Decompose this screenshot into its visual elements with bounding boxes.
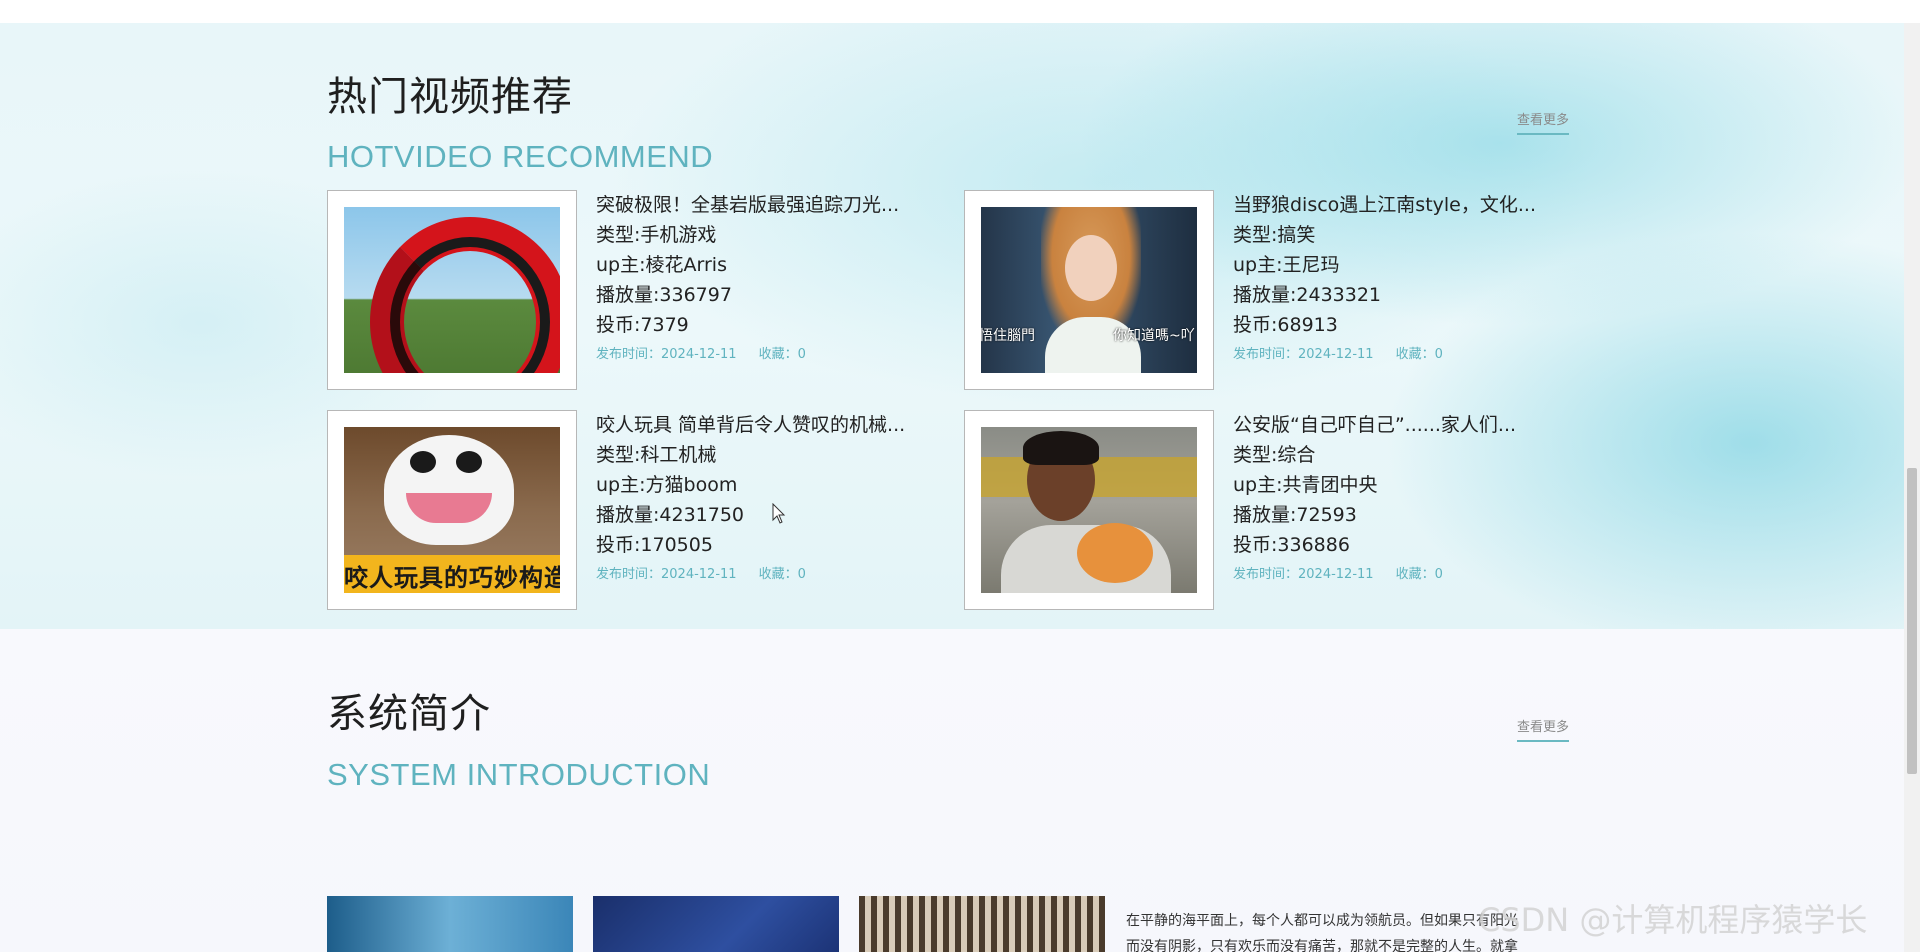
video-type: 类型:综合 <box>1233 444 1316 466</box>
video-publish-time: 发布时间：2024-12-11 <box>1233 347 1374 362</box>
video-info: 公安版“自己吓自己”......家人们... 类型:综合 up主:共青团中央 播… <box>1233 410 1573 590</box>
video-title[interactable]: 当野狼disco遇上江南style，文化... <box>1233 190 1563 220</box>
video-meta: 发布时间：2024-12-11 收藏：0 <box>1233 340 1573 370</box>
video-info: 突破极限！全基岩版最强追踪刀光... 类型:手机游戏 up主:棱花Arris 播… <box>596 190 936 370</box>
intro-image-3 <box>859 896 1105 952</box>
intro-image-2 <box>593 896 839 952</box>
video-info: 当野狼disco遇上江南style，文化... 类型:搞笑 up主:王尼玛 播放… <box>1233 190 1573 370</box>
portrait-face <box>1065 235 1117 301</box>
mouse-cursor-icon <box>772 503 786 524</box>
video-uploader: up主:王尼玛 <box>1233 254 1340 276</box>
video-thumbnail-frame[interactable] <box>964 410 1214 610</box>
thumb-caption-left: 悟住腦門 <box>981 328 1035 344</box>
video-favorites: 收藏：0 <box>1395 347 1443 362</box>
video-thumbnail[interactable] <box>344 207 560 373</box>
video-title[interactable]: 突破极限！全基岩版最强追踪刀光... <box>596 190 926 220</box>
video-meta: 发布时间：2024-12-11 收藏：0 <box>1233 560 1573 590</box>
video-thumbnail[interactable]: 咬人玩具的巧妙构造 <box>344 427 560 593</box>
video-favorites: 收藏：0 <box>758 567 806 582</box>
video-coins: 投币:7379 <box>596 314 689 336</box>
video-uploader: up主:棱花Arris <box>596 254 727 276</box>
hot-section-subtitle: HOTVIDEO RECOMMEND <box>327 139 714 174</box>
video-publish-time: 发布时间：2024-12-11 <box>1233 567 1374 582</box>
video-plays: 播放量:72593 <box>1233 504 1357 526</box>
intro-more-link[interactable]: 查看更多 <box>1517 716 1570 742</box>
video-meta: 发布时间：2024-12-11 收藏：0 <box>596 560 936 590</box>
video-publish-time: 发布时间：2024-12-11 <box>596 347 737 362</box>
hot-section-title: 热门视频推荐 <box>327 74 573 120</box>
video-plays: 播放量:336797 <box>596 284 732 306</box>
thumb-caption: 咬人玩具的巧妙构造 <box>344 564 560 592</box>
video-title[interactable]: 咬人玩具 简单背后令人赞叹的机械... <box>596 410 926 440</box>
video-publish-time: 发布时间：2024-12-11 <box>596 567 737 582</box>
fruit <box>1077 523 1153 583</box>
video-coins: 投币:336886 <box>1233 534 1350 556</box>
intro-image-1 <box>327 896 573 952</box>
video-card[interactable]: 公安版“自己吓自己”......家人们... 类型:综合 up主:共青团中央 播… <box>964 410 1574 610</box>
hot-more-link[interactable]: 查看更多 <box>1517 109 1570 135</box>
page: 热门视频推荐 HOTVIDEO RECOMMEND 查看更多 突破极限！全基岩版… <box>0 0 1920 952</box>
video-thumbnail[interactable] <box>981 427 1197 593</box>
scrollbar-thumb[interactable] <box>1907 468 1917 774</box>
video-card[interactable]: 悟住腦門 你知道嗎~吖 当野狼disco遇上江南style，文化... 类型:搞… <box>964 190 1574 390</box>
vendor-hair <box>1023 431 1099 465</box>
thumb-caption-right: 你知道嗎~吖 <box>1113 328 1195 344</box>
video-coins: 投币:68913 <box>1233 314 1338 336</box>
intro-section-subtitle: SYSTEM INTRODUCTION <box>327 757 711 792</box>
video-thumbnail-frame[interactable]: 咬人玩具的巧妙构造 <box>327 410 577 610</box>
video-favorites: 收藏：0 <box>1395 567 1443 582</box>
top-strip <box>0 0 1920 23</box>
video-type: 类型:科工机械 <box>596 444 717 466</box>
video-coins: 投币:170505 <box>596 534 713 556</box>
water-background <box>0 23 1904 629</box>
video-uploader: up主:方猫boom <box>596 474 738 496</box>
video-thumbnail[interactable]: 悟住腦門 你知道嗎~吖 <box>981 207 1197 373</box>
video-card[interactable]: 突破极限！全基岩版最强追踪刀光... 类型:手机游戏 up主:棱花Arris 播… <box>327 190 937 390</box>
video-plays: 播放量:2433321 <box>1233 284 1382 306</box>
video-info: 咬人玩具 简单背后令人赞叹的机械... 类型:科工机械 up主:方猫boom 播… <box>596 410 936 590</box>
video-title[interactable]: 公安版“自己吓自己”......家人们... <box>1233 410 1563 440</box>
video-favorites: 收藏：0 <box>758 347 806 362</box>
watermark: CSDN @计算机程序猿学长 <box>1478 901 1868 939</box>
video-plays: 播放量:4231750 <box>596 504 745 526</box>
toy-head <box>384 435 514 545</box>
video-uploader: up主:共青团中央 <box>1233 474 1378 496</box>
video-thumbnail-frame[interactable] <box>327 190 577 390</box>
video-card[interactable]: 咬人玩具的巧妙构造 咬人玩具 简单背后令人赞叹的机械... 类型:科工机械 up… <box>327 410 937 610</box>
video-thumbnail-frame[interactable]: 悟住腦門 你知道嗎~吖 <box>964 190 1214 390</box>
toy-eye <box>410 451 436 473</box>
video-type: 类型:手机游戏 <box>596 224 717 246</box>
toy-eye <box>456 451 482 473</box>
intro-section-title: 系统简介 <box>327 691 491 737</box>
video-meta: 发布时间：2024-12-11 收藏：0 <box>596 340 936 370</box>
video-type: 类型:搞笑 <box>1233 224 1316 246</box>
